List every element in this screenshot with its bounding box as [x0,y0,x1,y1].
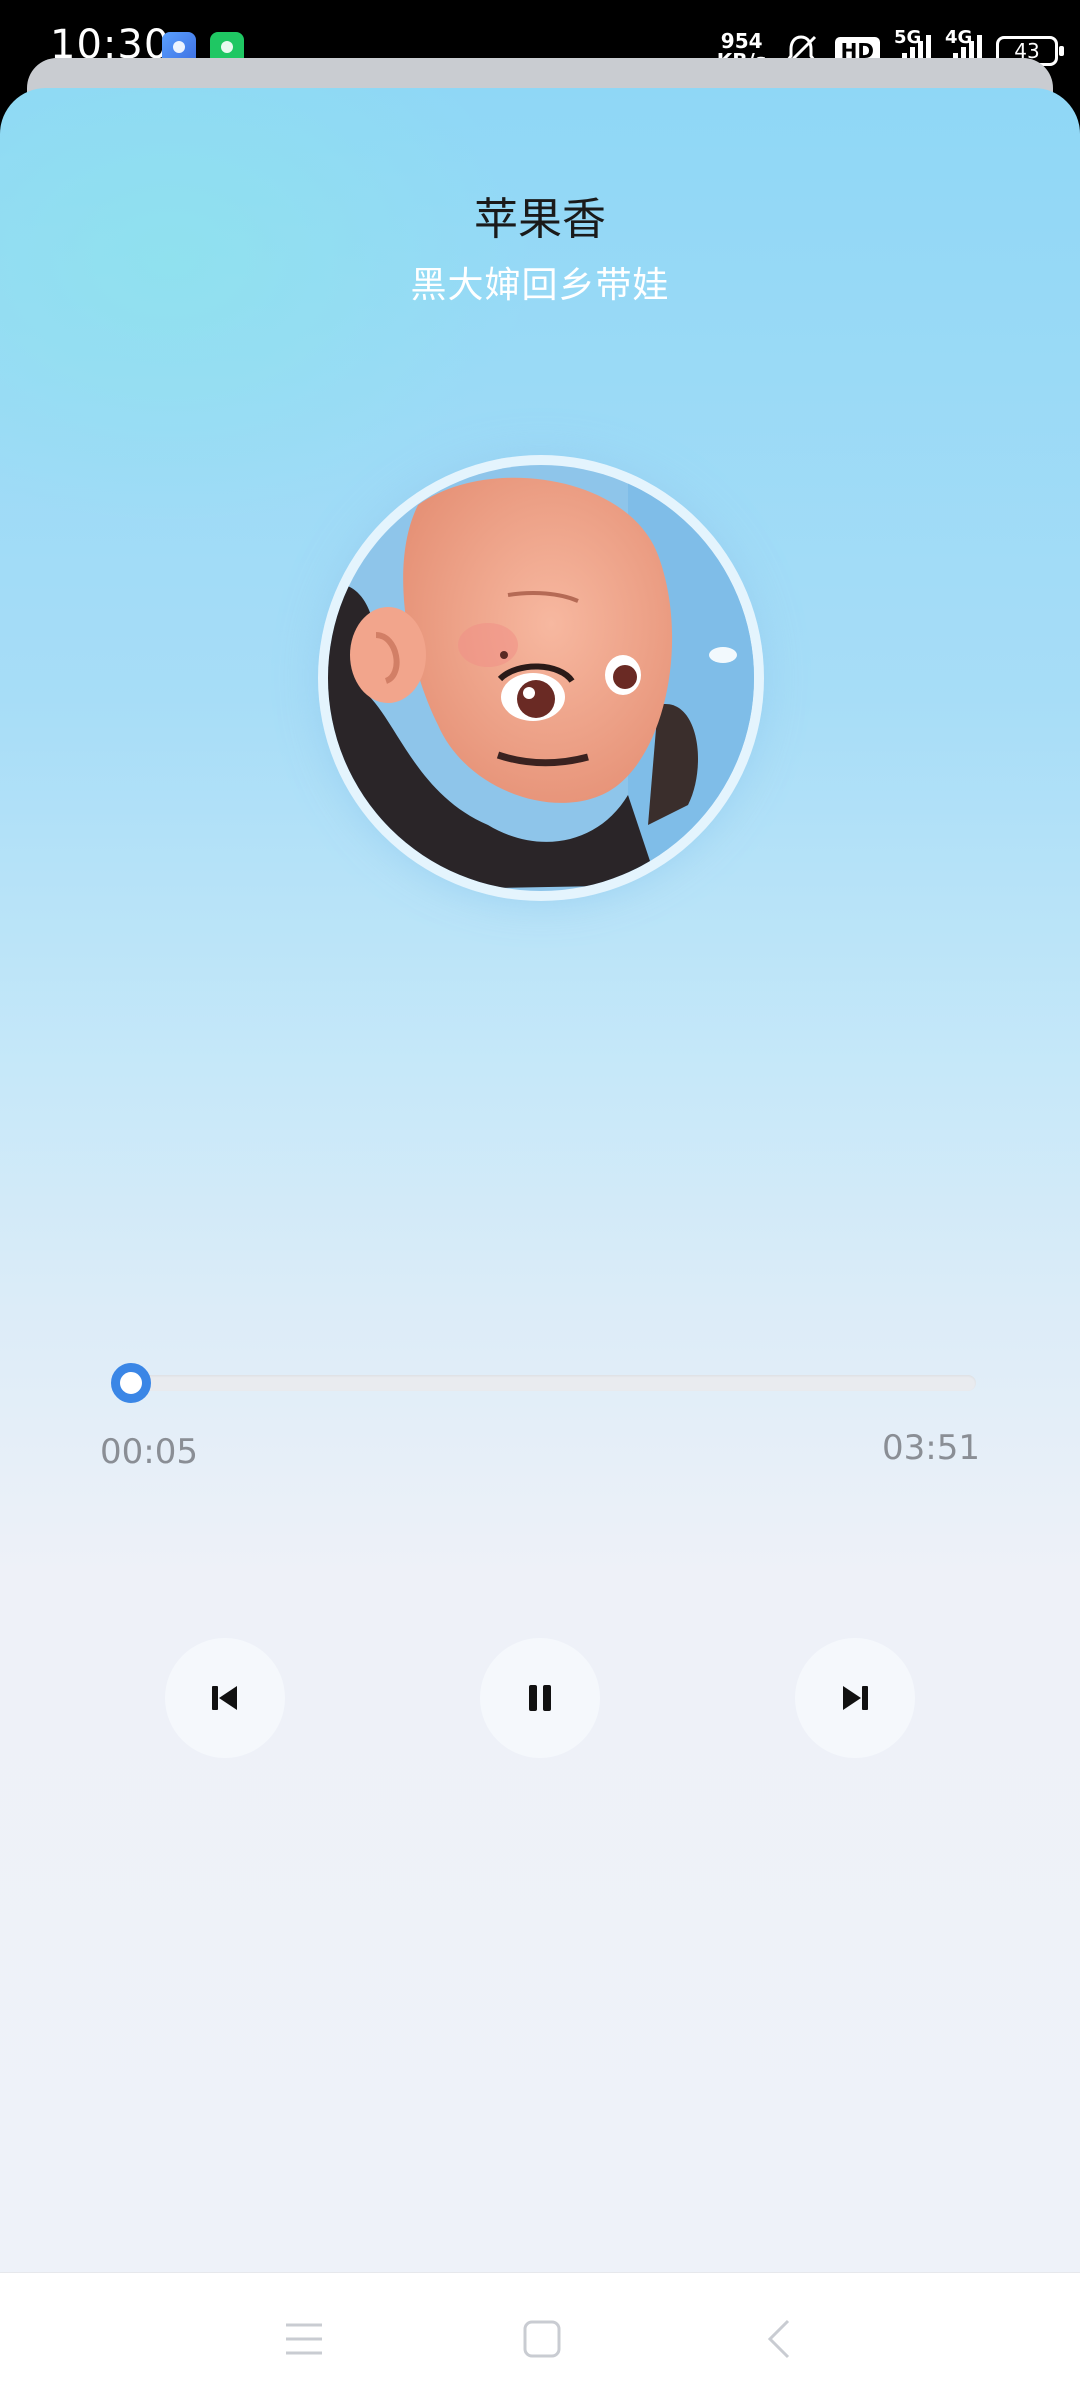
back-icon[interactable] [760,2319,800,2359]
network-4g-label: 4G [945,27,973,48]
song-title: 苹果香 [474,194,606,245]
home-icon[interactable] [522,2319,562,2359]
navigation-bar [0,2272,1080,2401]
next-button[interactable] [795,1638,915,1758]
pause-icon [529,1685,551,1711]
network-5g-label: 5G [894,27,922,48]
progress-track[interactable] [112,1375,976,1391]
album-cover [318,455,764,901]
album-art-image [328,465,754,891]
previous-button[interactable] [165,1638,285,1758]
skip-previous-icon [212,1686,237,1710]
player-card: 苹果香 黑大婶回乡带娃 00:05 03:51 [0,88,1080,2272]
progress-thumb[interactable] [111,1363,151,1403]
skip-next-icon [843,1686,868,1710]
current-time: 00:05 [100,1432,198,1472]
net-speed-value: 954 [720,29,763,53]
pause-button[interactable] [480,1638,600,1758]
total-time: 03:51 [882,1428,980,1468]
artist-name: 黑大婶回乡带娃 [410,265,670,306]
menu-icon[interactable] [284,2319,324,2359]
